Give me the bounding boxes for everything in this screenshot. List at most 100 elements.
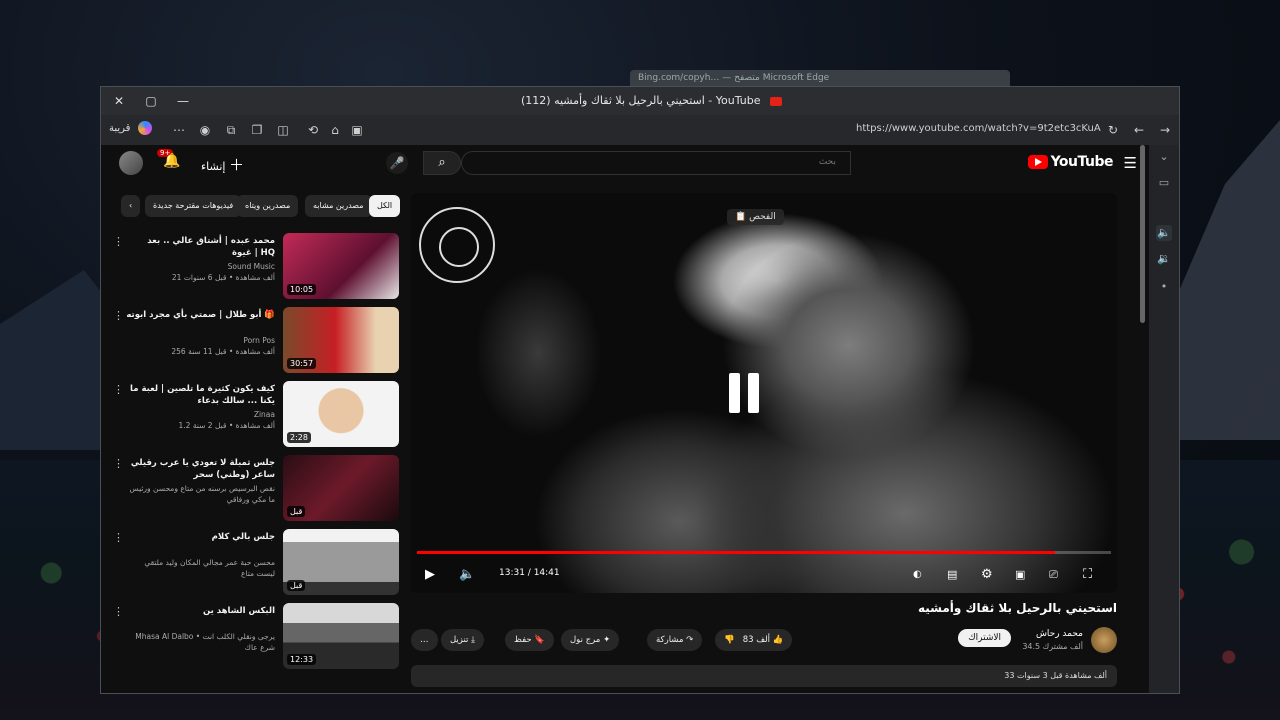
page-scrollbar[interactable] (1140, 145, 1145, 323)
more-menu-icon[interactable]: ⋯ (171, 122, 187, 138)
like-dislike-button[interactable]: 👎 83 ألف 👍 (715, 629, 793, 651)
split-screen-icon[interactable]: ◫ (275, 122, 291, 138)
home-icon[interactable]: ⌂ (327, 122, 343, 138)
profile-label: قريبة (109, 123, 131, 134)
overlay-label-text: الفحص (749, 212, 776, 222)
time-display: 13:31 / 14:41 (499, 568, 560, 578)
download-button[interactable]: تنزيل ⤓ (441, 629, 484, 651)
create-label: إنشاء (201, 160, 226, 173)
window-tab-title[interactable]: (112) استحيني بالرحيل بلا ثقاك وأمشيه - … (521, 94, 783, 107)
extensions-icon[interactable]: ⧉ (223, 122, 239, 138)
video-thumbnail[interactable]: 12:33 (283, 603, 399, 669)
duration-badge: قبل (287, 506, 306, 517)
list-item[interactable]: ⋮ البكس الشاهد ين Mhasa Al Dalbo • يرجى … (113, 603, 399, 673)
profile-button[interactable]: قريبة (109, 121, 152, 135)
rec-channel: Porn Pos (243, 336, 275, 345)
forward-icon[interactable]: ← (1131, 122, 1147, 138)
pause-indicator-icon[interactable] (727, 373, 761, 413)
close-window-button[interactable]: ✕ (111, 93, 127, 109)
back-icon[interactable]: → (1157, 122, 1173, 138)
user-avatar[interactable] (119, 151, 143, 175)
share-button[interactable]: مشاركة ↷ (647, 629, 703, 651)
copilot-icon[interactable] (137, 121, 152, 135)
chip-similar[interactable]: مصدرين مشابه (305, 195, 372, 217)
account-avatar-icon[interactable]: ◉ (197, 122, 213, 138)
channel-avatar[interactable] (1091, 627, 1117, 653)
maximize-window-button[interactable]: ▢ (143, 93, 159, 109)
search-button[interactable]: ⌕ (423, 151, 461, 175)
more-options-icon[interactable]: ⋮ (113, 605, 124, 618)
remix-label: مرج نول (570, 635, 601, 645)
settings-gear-icon[interactable]: ⚙ (981, 567, 993, 583)
speaker-low-icon[interactable]: 🔉 (1156, 251, 1172, 267)
video-player[interactable]: 📋 الفحص ▶ 🔈 13:31 / 14:41 ◐ ▤ ⚙ ▣ ⎚ ⛶ (411, 193, 1117, 593)
sidebar-screen-icon[interactable]: ▭ (1156, 175, 1172, 191)
chips-next-chevron-icon[interactable]: ‹ (121, 195, 141, 217)
tab-title-text: (112) استحيني بالرحيل بلا ثقاك وأمشيه - … (521, 94, 761, 107)
refresh-tab-icon[interactable]: ⟲ (305, 122, 321, 138)
collections-icon[interactable]: ❐ (249, 122, 265, 138)
autoplay-toggle-icon[interactable]: ◐ (913, 567, 922, 583)
create-button[interactable]: إنشاء ＋ (201, 154, 244, 175)
url-field[interactable]: https://www.youtube.com/watch?v=9t2etc3c… (856, 123, 1101, 134)
more-options-icon[interactable]: ⋮ (113, 383, 124, 396)
list-item[interactable]: ⋮ جلس بالي كلام محسن حبة عمر مجالي المكا… (113, 529, 399, 599)
more-options-icon[interactable]: ⋮ (113, 531, 124, 544)
video-thumbnail[interactable]: 10:05 (283, 233, 399, 299)
rec-meta: Porn Pos 256 ألف مشاهدة • قبل 11 سنة (125, 335, 275, 357)
dot-icon[interactable]: • (1156, 279, 1172, 295)
video-thumbnail[interactable]: قبل (283, 529, 399, 595)
cast-icon[interactable]: ⎚ (1049, 567, 1058, 583)
speaker-icon[interactable]: 🔈 (1156, 225, 1172, 241)
description-box[interactable]: 33 ألف مشاهدة قبل 3 سنوات (411, 665, 1117, 687)
reload-icon[interactable]: ↻ (1105, 122, 1121, 138)
voice-search-mic-icon[interactable]: 🎤 (386, 152, 408, 174)
volume-icon[interactable]: 🔈 (459, 567, 475, 583)
subscribe-button[interactable]: الاشتراك (958, 629, 1011, 647)
minimize-window-button[interactable]: — (175, 93, 191, 109)
rec-channel: Mhasa Al Dalbo • يرجى ونقلي الكلب انت شر… (135, 632, 275, 652)
more-options-icon[interactable]: ⋮ (113, 309, 124, 322)
more-actions-button[interactable]: … (411, 629, 438, 651)
miniplayer-icon[interactable]: ▣ (1015, 567, 1025, 583)
notifications-bell-icon[interactable]: 🔔 (163, 153, 180, 169)
title-bar: ✕ ▢ — (112) استحيني بالرحيل بلا ثقاك وأم… (101, 87, 1179, 115)
list-item[interactable]: ⋮ جلس ثمبلة لا تعودي يا عرب رقيلي ساعر (… (113, 455, 399, 525)
subtitles-icon[interactable]: ▤ (947, 567, 957, 583)
overlay-label[interactable]: 📋 الفحص (727, 209, 784, 225)
fullscreen-icon[interactable]: ⛶ (1083, 567, 1092, 583)
chevron-down-icon[interactable]: ⌄ (1156, 149, 1172, 165)
chip-all[interactable]: الكل (369, 195, 401, 217)
progress-bar[interactable] (417, 551, 1111, 554)
hamburger-menu-icon[interactable]: ☰ (1124, 154, 1137, 172)
rec-channel: Zinaa (253, 410, 275, 419)
list-item[interactable]: ⋮ محمد عبده | أشتاق عالي .. بعد غيوة | H… (113, 233, 399, 303)
rec-title: محمد عبده | أشتاق عالي .. بعد غيوة | HQ (147, 236, 275, 258)
video-thumbnail[interactable]: 2:28 (283, 381, 399, 447)
video-thumbnail[interactable]: 30:57 (283, 307, 399, 373)
list-item[interactable]: ⋮ كيف يكون كثيرة ما تلصين | لعبة ما يكنا… (113, 381, 399, 451)
channel-name[interactable]: محمد رحاش (1036, 629, 1083, 639)
dislike-icon: 👎 (724, 635, 735, 645)
video-thumbnail[interactable]: قبل (283, 455, 399, 521)
list-item[interactable]: ⋮ أبو طلال | صمتي بأي مجرد ابوته 🎁 Porn … (113, 307, 399, 377)
save-button[interactable]: حفظ 🔖 (505, 629, 554, 651)
chip-new-suggested[interactable]: فيديوهات مقترحة جديدة (145, 195, 242, 217)
duration-badge: 10:05 (287, 284, 317, 295)
youtube-page: 9+ 🔔 إنشاء ＋ 🎤 ⌕ بحث YouTube ☰ ‹ فيديوها… (101, 145, 1149, 693)
bookmark-icon: 🔖 (534, 635, 545, 645)
youtube-logo[interactable]: YouTube (1027, 154, 1114, 170)
remix-button[interactable]: مرج نول ✦ (561, 629, 620, 651)
sparkle-icon: ✦ (603, 635, 611, 645)
play-icon[interactable]: ▶ (425, 567, 435, 583)
tab-actions-icon[interactable]: ▣ (349, 122, 365, 138)
more-options-icon[interactable]: ⋮ (113, 235, 124, 248)
search-input[interactable]: بحث (461, 151, 851, 175)
duration-badge: 2:28 (287, 432, 311, 443)
more-options-icon[interactable]: ⋮ (113, 457, 124, 470)
video-frame[interactable] (411, 193, 1117, 593)
duration-badge: قبل (287, 580, 306, 591)
youtube-logo-text: YouTube (1050, 154, 1114, 170)
chip-related[interactable]: مصدرين ويتاه (237, 195, 299, 217)
rec-channel: نقص البرسيص برسنه من متاع ومحسن ورئيس ما… (129, 484, 275, 504)
